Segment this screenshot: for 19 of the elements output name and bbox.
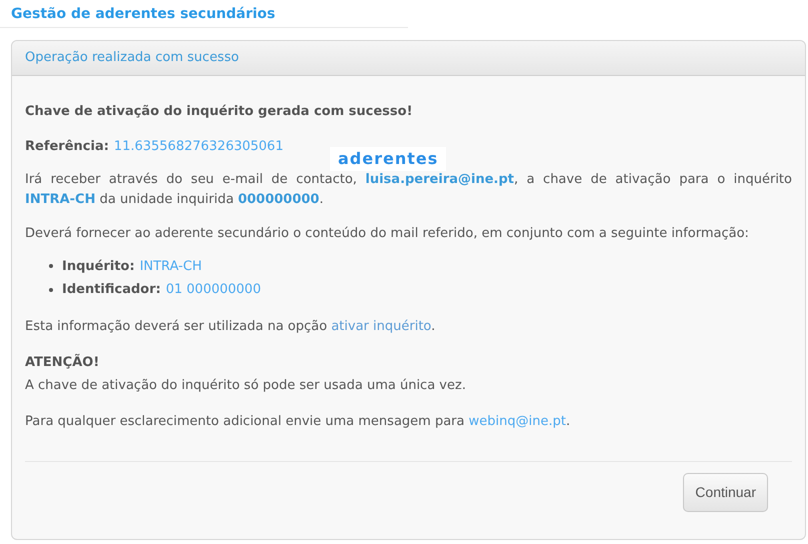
panel-header-title: Operação realizada com sucesso (25, 49, 239, 68)
success-heading: Chave de ativação do inquérito gerada com sucesso! (25, 103, 414, 121)
instruction-text: Deverá fornecer ao aderente secundário o conteúdo do mail referido, em conjunto com a seguinte informação: (25, 225, 750, 243)
reference-value: 11.635568276326305061 (114, 138, 284, 156)
overlay-label: aderentes (330, 147, 446, 171)
activate-survey-link[interactable]: ativar inquérito (331, 318, 432, 334)
contact-text: Para qualquer esclarecimento adicional envie uma mensagem para webinq@ine.pt. (25, 413, 572, 431)
info-item: Identificador: 01 000000000 (49, 280, 792, 300)
email-paragraph: Irá receber através do seu e-mail de contacto, luisa.pereira@ine.pt, a chave de ativação para o inquérito INTRA-CH da unidade inquirida 000000000. (25, 171, 792, 209)
bullet-icon (49, 288, 53, 292)
email-link[interactable]: webinq@ine.pt (468, 414, 566, 429)
usage-text: Esta informação deverá ser utilizada na opção ativar inquérito. (25, 318, 436, 336)
continue-button[interactable]: Continuar (683, 473, 768, 512)
info-item: Inquérito: INTRA-CH (49, 256, 792, 276)
page-title: Gestão de aderentes secundários (11, 5, 276, 24)
warning-text: A chave de ativação do inquérito só pode ser usada uma única vez. (25, 376, 467, 394)
reference-label: Referência: (25, 138, 109, 156)
bullet-icon (49, 264, 53, 268)
warning-title: ATENÇÃO! (25, 353, 100, 372)
